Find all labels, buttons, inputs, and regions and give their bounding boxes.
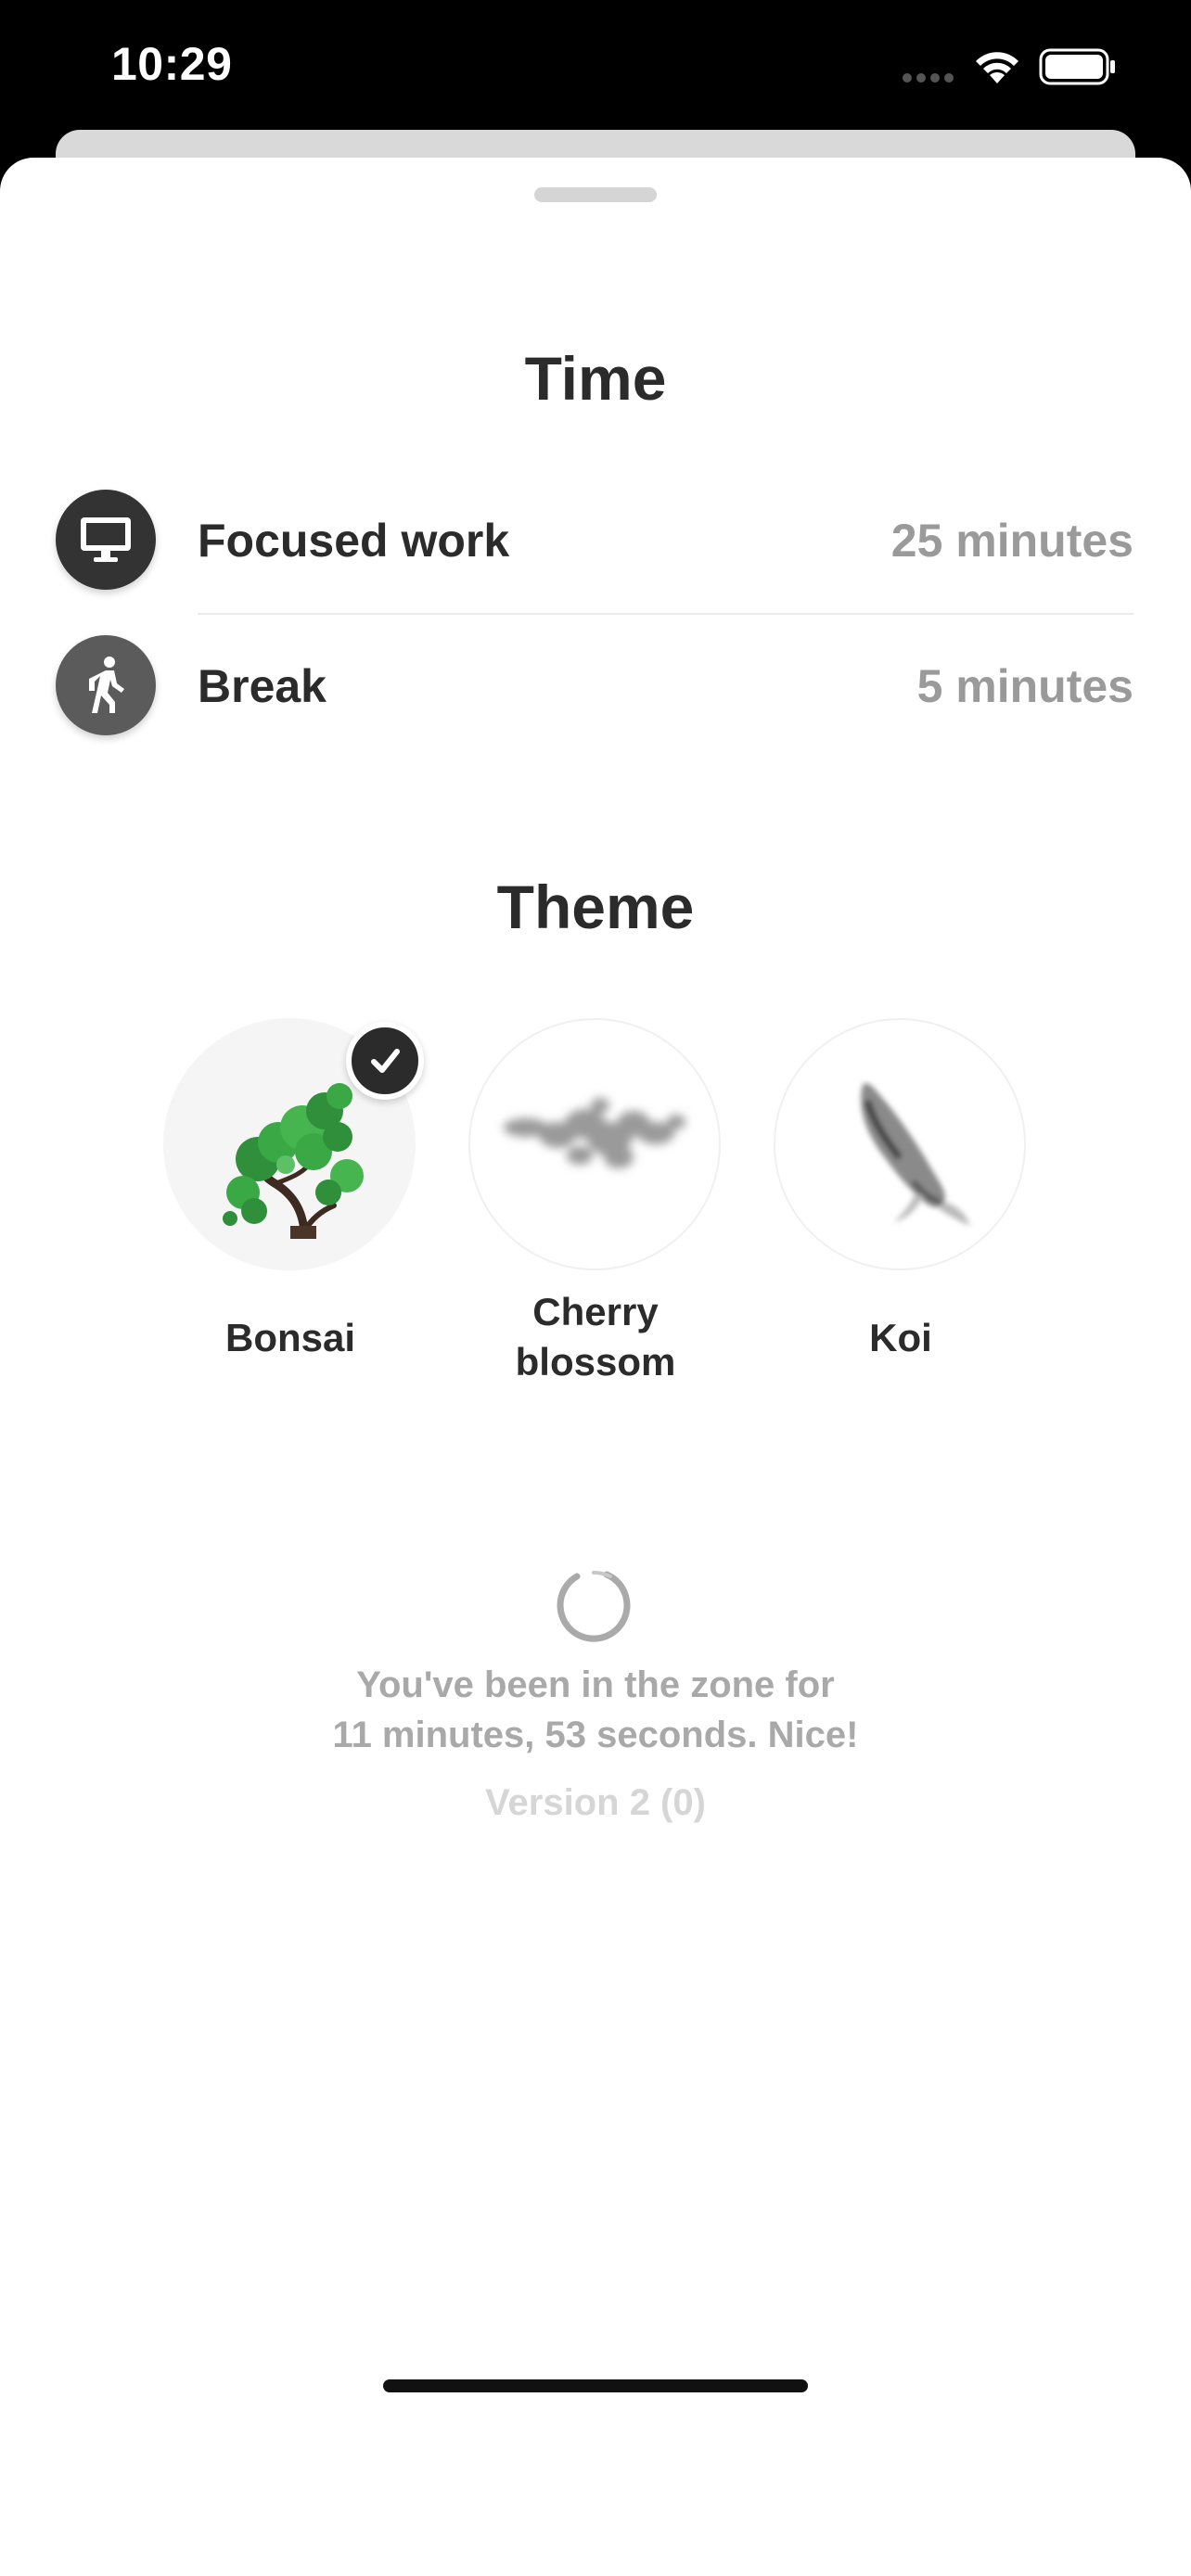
row-focused-work[interactable]: Focused work 25 minutes bbox=[0, 469, 1191, 614]
time-section-title: Time bbox=[524, 344, 667, 413]
home-indicator[interactable] bbox=[383, 2379, 808, 2392]
cellular-signal-icon bbox=[903, 73, 954, 83]
theme-thumbnail bbox=[468, 1018, 721, 1270]
battery-icon bbox=[1039, 48, 1115, 85]
theme-label: Cherry blossom bbox=[466, 1287, 725, 1387]
zen-circle-icon bbox=[557, 1570, 631, 1642]
theme-label-line: Cherry bbox=[532, 1290, 659, 1333]
settings-sheet: Time Focused work 25 minutes Break 5 min… bbox=[0, 158, 1191, 2576]
row-label: Focused work bbox=[198, 515, 510, 567]
theme-thumbnail bbox=[774, 1018, 1026, 1270]
row-value: 25 minutes bbox=[890, 515, 1133, 567]
theme-label: Bonsai bbox=[224, 1316, 356, 1359]
desktop-computer-icon bbox=[56, 490, 156, 590]
row-break[interactable]: Break 5 minutes bbox=[0, 615, 1191, 759]
screen: 10:29 Time Focused work 25 minutes Break… bbox=[0, 0, 1191, 2576]
koi-fish-image bbox=[861, 1083, 970, 1226]
theme-label: Koi bbox=[869, 1316, 932, 1359]
theme-section-title: Theme bbox=[496, 873, 695, 941]
zone-message: You've been in the zone for 11 minutes, … bbox=[0, 1660, 1191, 1760]
wifi-icon bbox=[976, 52, 1018, 83]
status-time: 10:29 bbox=[111, 38, 233, 90]
row-label: Break bbox=[198, 660, 327, 712]
zone-message-line: 11 minutes, 53 seconds. Nice! bbox=[332, 1715, 859, 1755]
row-value: 5 minutes bbox=[916, 660, 1133, 712]
checkmark-icon bbox=[346, 1022, 424, 1100]
walking-person-icon bbox=[56, 635, 156, 735]
cherry-blossom-image bbox=[504, 1098, 685, 1168]
sheet-grabber[interactable] bbox=[534, 187, 657, 202]
zone-message-line: You've been in the zone for bbox=[356, 1664, 835, 1705]
version-label: Version 2 (0) bbox=[485, 1782, 706, 1823]
theme-label-line: blossom bbox=[515, 1340, 676, 1384]
status-bar: 10:29 bbox=[0, 0, 1191, 139]
